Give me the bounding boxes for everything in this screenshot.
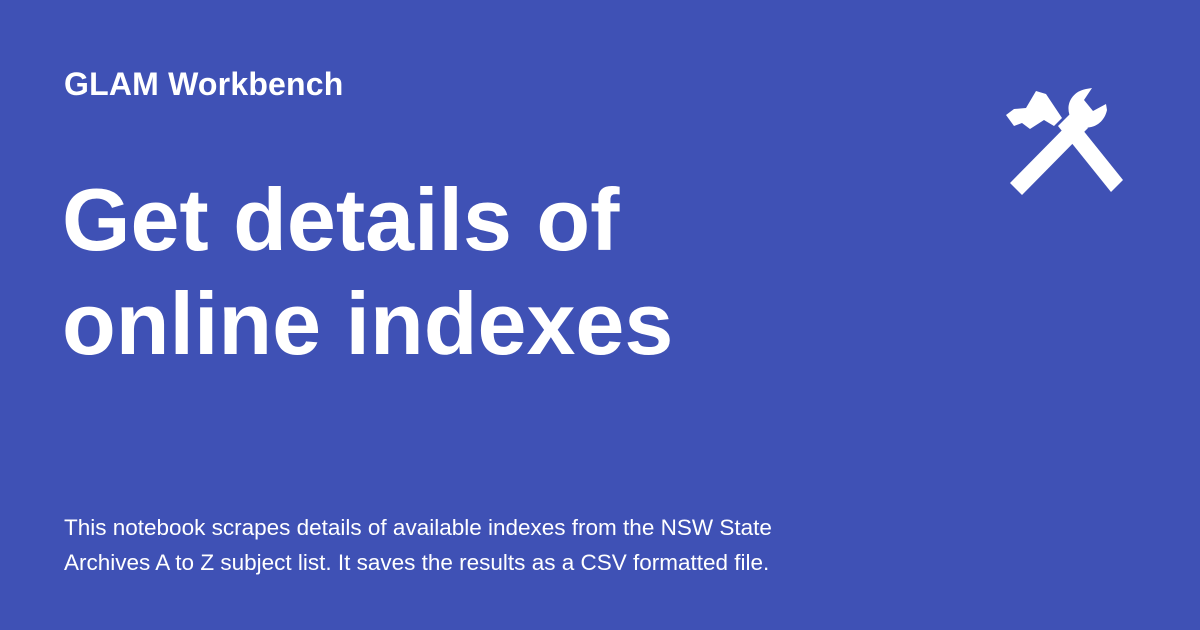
description-line-1: This notebook scrapes details of availab… [64,515,772,540]
page-title-line-1: Get details of [62,170,620,269]
site-name: GLAM Workbench [64,66,344,102]
page-title: Get details of online indexes [62,168,822,376]
page-title-line-2: online indexes [62,274,674,373]
page-description: This notebook scrapes details of availab… [64,510,864,580]
hammer-and-wrench-icon [1006,88,1123,195]
description-line-2: Archives A to Z subject list. It saves t… [64,550,770,575]
social-card: GLAM Workbench Get details of online ind… [0,0,1200,630]
